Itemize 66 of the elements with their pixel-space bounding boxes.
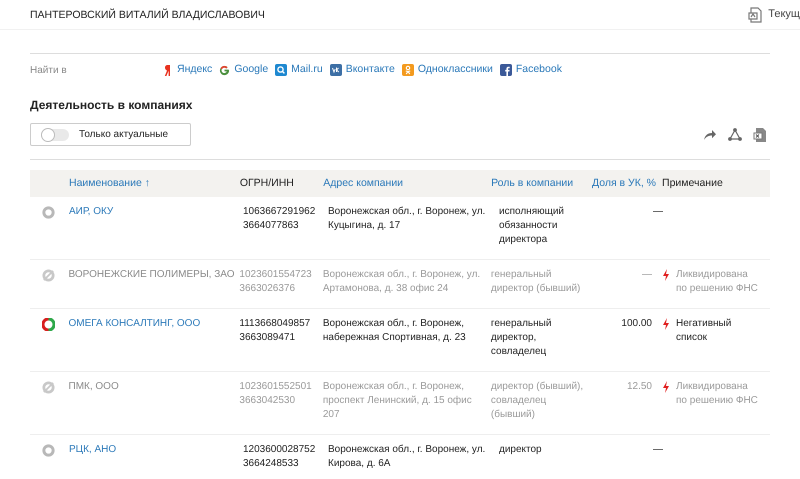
company-link[interactable]: РЦК, АНО <box>69 443 243 457</box>
search-link[interactable]: Вконтакте <box>330 62 395 78</box>
share-cell-text: — <box>652 205 664 219</box>
google-letter-icon <box>219 64 230 76</box>
role-cell-text: директор <box>499 443 543 457</box>
search-link[interactable]: Google <box>219 62 268 78</box>
share-cell-text: — <box>652 443 664 457</box>
pdf-document-icon[interactable] <box>748 6 764 22</box>
ogrn-number: 1203600028752 <box>243 443 316 457</box>
company-link[interactable]: ВОРОНЕЖСКИЕ ПОЛИМЕРЫ, ЗАО <box>68 268 240 282</box>
yandex-letter-icon <box>164 64 173 76</box>
address-cell-text: Воронежская обл., г. Воронеж, ул. Кирова, д. 6А <box>328 443 486 471</box>
section-title: Деятельность в компаниях <box>30 97 194 114</box>
search-link[interactable]: Яндекс <box>164 62 212 78</box>
address-cell-text: Воронежская обл., г. Воронеж, проспект Ленинский, д. 15 офис 207 <box>322 380 473 422</box>
inn-number: 3663042530 <box>239 394 296 408</box>
share-arrow-icon[interactable] <box>703 128 717 140</box>
odnoklassniki-icon <box>402 64 414 76</box>
note-text: Негативный список <box>676 317 732 345</box>
inn-number: 3663026376 <box>239 282 296 296</box>
address-cell-text: Воронежская обл., г. Воронеж, набережная Спортивная, д. 23 <box>322 317 467 345</box>
person-name: ПАНТЕРОВСКИЙ ВИТАЛИЙ ВЛАДИСЛАВОВИЧ <box>30 8 265 23</box>
column-header[interactable]: Наименование ↑ <box>69 176 240 192</box>
role-cell-text: генеральный директор (бывший) <box>490 268 582 296</box>
vk-icon <box>330 64 342 76</box>
company-link[interactable]: ПМК, ООО <box>68 380 240 394</box>
role-cell-text: генеральный директор, совладелец <box>490 317 552 359</box>
ogrn-number: 1023601554723 <box>239 268 313 282</box>
crossed-ring-icon <box>42 381 55 394</box>
role-cell-text: исполняющий обязанности директора <box>499 205 566 247</box>
inn-number: 3663089471 <box>239 331 296 345</box>
search-link[interactable]: Mail.ru <box>275 62 323 78</box>
column-header: Примечание <box>662 176 724 191</box>
address-cell-text: Воронежская обл., г. Воронеж, ул. Артамонова, д. 38 офис 24 <box>322 268 482 296</box>
graph-icon[interactable] <box>728 128 742 141</box>
ogrn-number: 1113668049857 <box>239 317 312 331</box>
company-link[interactable]: ОМЕГА КОНСАЛТИНГ, ООО <box>68 317 240 331</box>
ogrn-number: 1023601552501 <box>239 380 313 394</box>
column-header[interactable]: Адрес компании <box>323 176 492 192</box>
address-cell-text: Воронежская обл., г. Воронеж, ул. Куцыгина, д. 17 <box>328 205 486 233</box>
role-cell-text: директор (бывший), совладелец (бывший) <box>490 380 584 422</box>
facebook-icon <box>500 64 512 76</box>
search-link[interactable]: Одноклассники <box>402 62 493 78</box>
share-cell-text: — <box>641 268 653 282</box>
note-text: Ликвидирована по решению ФНС <box>676 268 759 296</box>
company-link[interactable]: АИР, ОКУ <box>69 205 243 219</box>
inn-number: 3664077863 <box>243 219 300 233</box>
column-header: ОГРН/ИНН <box>240 176 295 191</box>
filter-toggle[interactable]: Только актуальные <box>30 123 191 146</box>
share-cell-text: 12.50 <box>626 380 653 394</box>
action-link[interactable]: Текущ <box>768 6 800 23</box>
column-header[interactable]: Роль в компании <box>491 176 590 192</box>
search-link[interactable]: Facebook <box>500 62 562 78</box>
crossed-ring-icon <box>42 269 55 282</box>
inn-number: 3664248533 <box>243 457 300 471</box>
search-label: Найти в <box>30 64 68 78</box>
magnifier-icon <box>275 64 288 76</box>
two-tone-ring-icon <box>42 318 55 331</box>
ogrn-number: 1063667291962 <box>243 205 316 219</box>
excel-file-icon[interactable] <box>753 126 767 142</box>
column-header[interactable]: Доля в УК, % <box>589 176 662 192</box>
toggle-switch <box>41 128 69 140</box>
share-cell-text: 100.00 <box>620 317 653 331</box>
ring-icon <box>42 444 55 457</box>
note-text: Ликвидирована по решению ФНС <box>676 380 759 408</box>
ring-icon <box>42 206 55 219</box>
